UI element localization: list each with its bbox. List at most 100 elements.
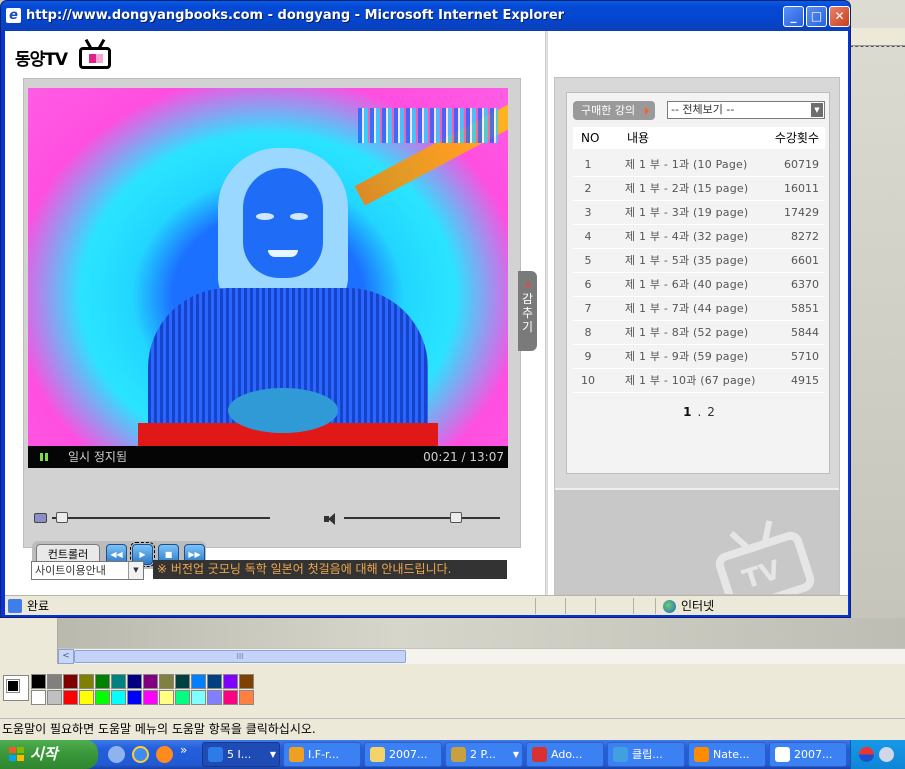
task-label: I.F-r... [308, 748, 340, 761]
row-no: 7 [584, 302, 592, 315]
paint-canvas[interactable] [58, 618, 905, 648]
player-status-text: 일시 정지됨 [68, 450, 128, 464]
paint-color-box [0, 664, 905, 718]
palette-swatch[interactable] [79, 674, 94, 689]
scroll-thumb[interactable]: III [74, 650, 406, 663]
palette-swatch[interactable] [127, 690, 142, 705]
page-2-link[interactable]: 2 [707, 405, 715, 419]
taskbar-button[interactable]: I.F-r... [283, 742, 361, 767]
palette-swatch[interactable] [223, 690, 238, 705]
palette-swatch[interactable] [175, 674, 190, 689]
current-color-swatch[interactable] [3, 675, 29, 701]
table-row[interactable]: 2 제 1 부 - 2과 (15 page) 16011 [573, 177, 825, 201]
quicklaunch-ie-icon[interactable] [132, 746, 149, 763]
palette-swatch[interactable] [175, 690, 190, 705]
page-1-link[interactable]: 1 [683, 405, 691, 419]
table-row[interactable]: 4 제 1 부 - 4과 (32 page) 8272 [573, 225, 825, 249]
palette-swatch[interactable] [159, 690, 174, 705]
group-dropdown-icon[interactable]: ▼ [270, 743, 276, 766]
taskbar: 시작 » 5 I... ▼ I.F-r... 2007... 2 P... ▼ Ado...… [0, 740, 905, 769]
quicklaunch-desktop-icon[interactable] [108, 746, 125, 763]
palette-swatch[interactable] [143, 674, 158, 689]
table-row[interactable]: 8 제 1 부 - 8과 (52 page) 5844 [573, 321, 825, 345]
start-label: 시작 [30, 745, 58, 763]
tray-arrow-icon[interactable] [879, 747, 894, 762]
palette-swatch[interactable] [63, 690, 78, 705]
palette-swatch[interactable] [143, 690, 158, 705]
volume-speaker-icon[interactable] [324, 513, 338, 525]
row-no: 3 [584, 206, 592, 219]
chevron-down-icon[interactable]: ▼ [811, 103, 823, 117]
palette-swatch[interactable] [95, 690, 110, 705]
taskbar-button[interactable]: Nate... [688, 742, 766, 767]
table-row[interactable]: 5 제 1 부 - 5과 (35 page) 6601 [573, 249, 825, 273]
purchased-lectures-button[interactable]: 구매한 강의 [573, 101, 655, 120]
minimize-button[interactable]: _ [783, 6, 804, 27]
site-logo[interactable]: 동양TV [15, 45, 68, 70]
quicklaunch-chevron-icon[interactable]: » [180, 743, 187, 757]
palette-swatch[interactable] [63, 674, 78, 689]
lecture-filter-select[interactable]: -- 전체보기 -- ▼ [667, 101, 825, 119]
site-guide-select[interactable]: 사이트이용안내 ▼ [31, 561, 144, 580]
palette-swatch[interactable] [79, 690, 94, 705]
palette-swatch[interactable] [95, 674, 110, 689]
close-button[interactable]: ✕ [829, 6, 850, 27]
hide-panel-tab[interactable]: 감 추 기 [518, 271, 537, 351]
table-row[interactable]: 3 제 1 부 - 3과 (19 page) 17429 [573, 201, 825, 225]
taskbar-button[interactable]: 5 I... ▼ [202, 742, 280, 767]
table-row[interactable]: 7 제 1 부 - 7과 (44 page) 5851 [573, 297, 825, 321]
indicator-dot-icon [525, 283, 530, 287]
palette-swatch[interactable] [47, 690, 62, 705]
palette-swatch[interactable] [191, 690, 206, 705]
background-divider [850, 46, 905, 47]
group-dropdown-icon[interactable]: ▼ [513, 743, 519, 766]
scroll-left-arrow-icon[interactable]: < [58, 649, 74, 664]
palette-swatch[interactable] [239, 690, 254, 705]
start-button[interactable]: 시작 [0, 740, 98, 769]
paint-horizontal-scrollbar[interactable]: < III [58, 648, 905, 664]
palette-swatch[interactable] [207, 674, 222, 689]
window-titlebar[interactable]: e http://www.dongyangbooks.com - dongyan… [1, 1, 850, 31]
seek-handle[interactable] [55, 512, 68, 523]
taskbar-button[interactable]: 2 P... ▼ [445, 742, 523, 767]
site-guide-value: 사이트이용안내 [35, 564, 106, 577]
table-row[interactable]: 6 제 1 부 - 6과 (40 page) 6370 [573, 273, 825, 297]
task-app-icon [613, 747, 628, 762]
video-frame[interactable] [28, 88, 508, 446]
hide-tab-char: 추 [521, 306, 534, 320]
ime-status-icon[interactable] [859, 747, 874, 762]
volume-slider[interactable] [344, 517, 500, 519]
palette-swatch[interactable] [127, 674, 142, 689]
ie-status-bar: 완료 인터넷 [5, 595, 848, 615]
seek-bar[interactable] [52, 517, 270, 519]
task-label: 5 I... [227, 748, 252, 761]
chevron-down-icon[interactable]: ▼ [128, 562, 143, 579]
palette-swatch[interactable] [207, 690, 222, 705]
row-no: 6 [584, 278, 592, 291]
palette-swatch[interactable] [31, 674, 46, 689]
quicklaunch-media-icon[interactable] [156, 746, 173, 763]
palette-swatch[interactable] [223, 674, 238, 689]
taskbar-button[interactable]: 클립... [607, 742, 685, 767]
palette-swatch[interactable] [31, 690, 46, 705]
palette-swatch[interactable] [111, 690, 126, 705]
palette-swatch[interactable] [47, 674, 62, 689]
row-views: 4915 [791, 374, 819, 387]
table-row[interactable]: 1 제 1 부 - 1과 (10 Page) 60719 [573, 153, 825, 177]
globe-icon [663, 600, 676, 613]
palette-swatch[interactable] [111, 674, 126, 689]
palette-swatch[interactable] [239, 674, 254, 689]
palette-swatch[interactable] [159, 674, 174, 689]
row-no: 4 [584, 230, 592, 243]
palette-swatch[interactable] [191, 674, 206, 689]
taskbar-button[interactable]: Ado... [526, 742, 604, 767]
notice-ticker[interactable]: ※ 버전업 굿모닝 독학 일본어 첫걸음에 대해 안내드립니다. [153, 560, 507, 579]
table-row[interactable]: 9 제 1 부 - 9과 (59 page) 5710 [573, 345, 825, 369]
table-row[interactable]: 10 제 1 부 - 10과 (67 page) 4915 [573, 369, 825, 393]
taskbar-button[interactable]: 2007... [769, 742, 847, 767]
maximize-button[interactable]: □ [806, 6, 827, 27]
volume-handle[interactable] [450, 512, 463, 523]
taskbar-button[interactable]: 2007... [364, 742, 442, 767]
row-no: 5 [584, 254, 592, 267]
media-player: 일시 정지됨 00:21 / 13:07 컨트롤러 ◀◀ ▶ ■ ▶▶ [23, 78, 521, 569]
